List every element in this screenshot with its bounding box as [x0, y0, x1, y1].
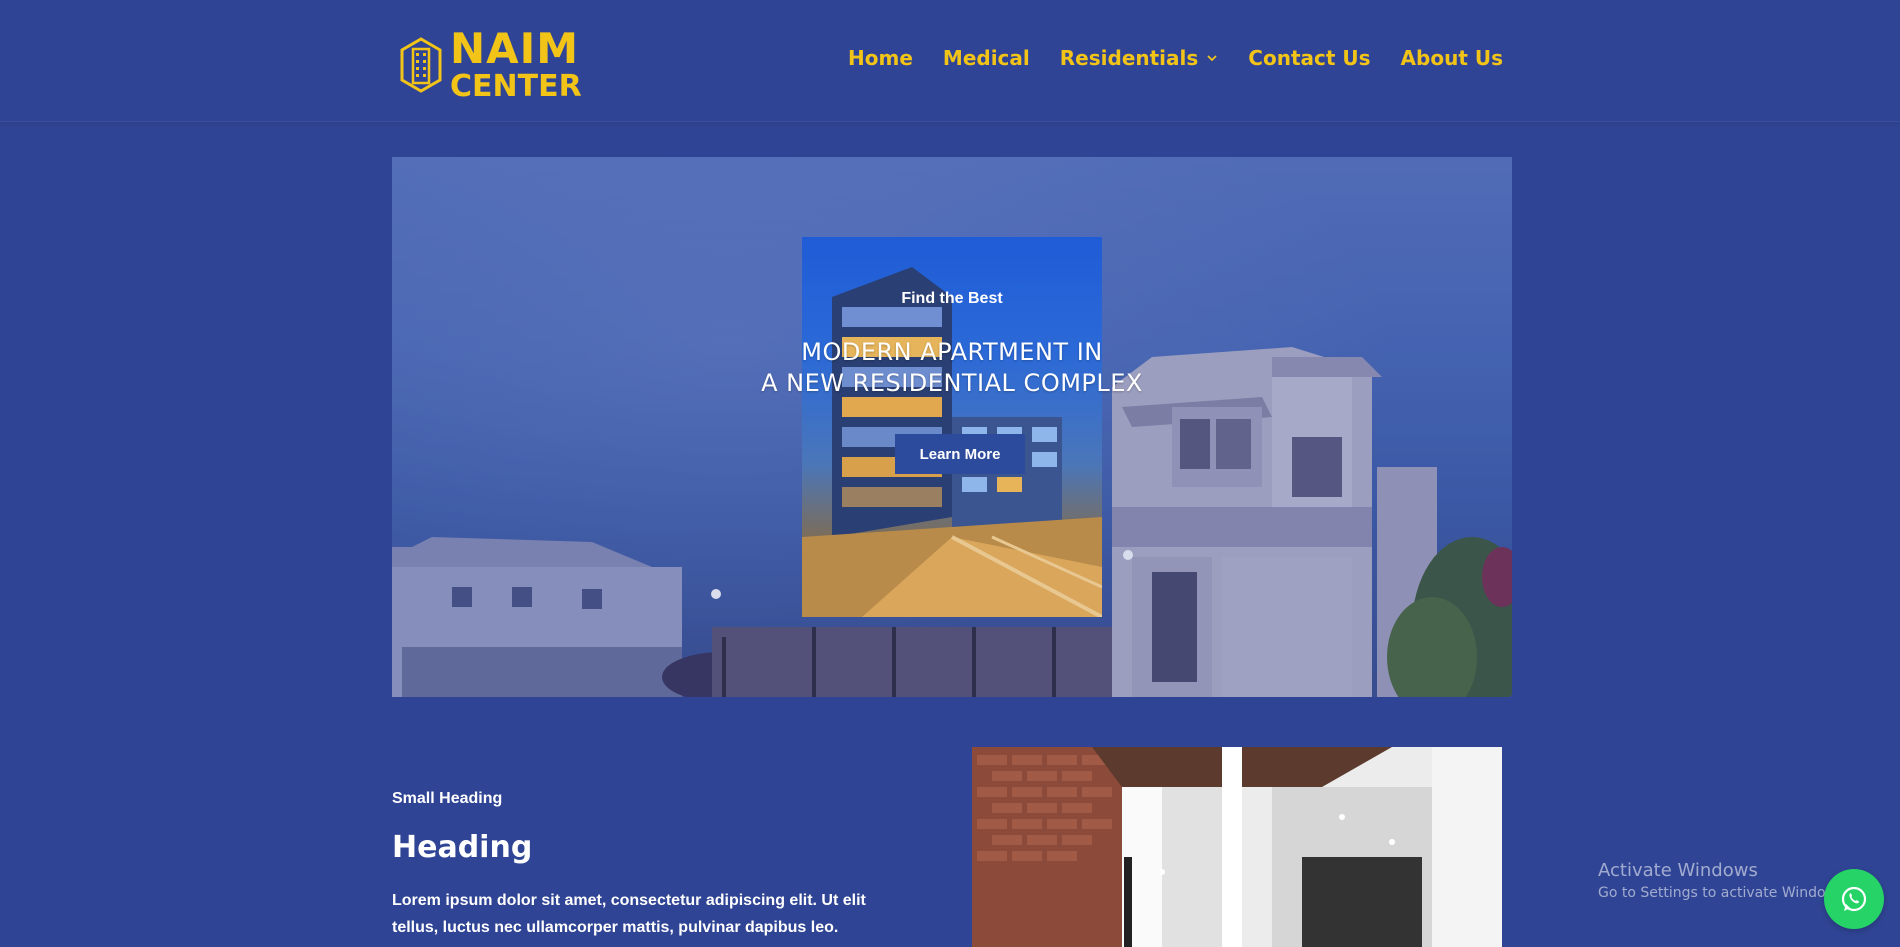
intro-section: Small Heading Heading Lorem ipsum dolor … — [392, 790, 912, 941]
hero-title: MODERN APARTMENT IN A NEW RESIDENTIAL CO… — [392, 337, 1512, 399]
learn-more-button[interactable]: Learn More — [895, 434, 1025, 474]
hero-eyebrow: Find the Best — [901, 290, 1003, 307]
whatsapp-chat-button[interactable] — [1824, 869, 1884, 929]
building-hexagon-icon — [400, 37, 442, 93]
windows-activation-watermark: Activate Windows Go to Settings to activ… — [1598, 860, 1849, 901]
hero-title-line-1: MODERN APARTMENT IN — [801, 338, 1103, 366]
chevron-down-icon — [1207, 55, 1217, 62]
nav-residentials-label: Residentials — [1059, 46, 1199, 70]
small-heading: Small Heading — [392, 790, 503, 807]
site-logo[interactable]: NAIM CENTER — [398, 28, 582, 102]
watermark-subtitle: Go to Settings to activate Windows. — [1598, 885, 1849, 901]
main-nav: Home Medical Residentials Contact Us Abo… — [848, 46, 1503, 70]
logo-wordmark: NAIM CENTER — [450, 28, 582, 102]
nav-contact-us[interactable]: Contact Us — [1248, 46, 1370, 70]
logo-line-2: CENTER — [450, 69, 582, 104]
nav-medical[interactable]: Medical — [943, 46, 1030, 70]
site-header: NAIM CENTER Home Medical Residentials Co… — [0, 0, 1900, 122]
nav-residentials[interactable]: Residentials — [1060, 46, 1219, 70]
hero-banner: Find the Best MODERN APARTMENT IN A NEW … — [392, 157, 1512, 697]
interior-photo — [972, 747, 1502, 947]
hero-text-block: Find the Best MODERN APARTMENT IN A NEW … — [392, 157, 1512, 697]
nav-about-us[interactable]: About Us — [1401, 46, 1503, 70]
logo-line-1: NAIM — [450, 24, 580, 73]
section-heading: Heading — [392, 830, 533, 865]
watermark-title: Activate Windows — [1598, 860, 1758, 881]
section-body-text: Lorem ipsum dolor sit amet, consectetur … — [392, 892, 866, 936]
whatsapp-icon — [1841, 886, 1867, 912]
hero-title-line-2: A NEW RESIDENTIAL COMPLEX — [761, 369, 1143, 397]
interior-image — [972, 747, 1502, 947]
nav-home[interactable]: Home — [848, 46, 913, 70]
